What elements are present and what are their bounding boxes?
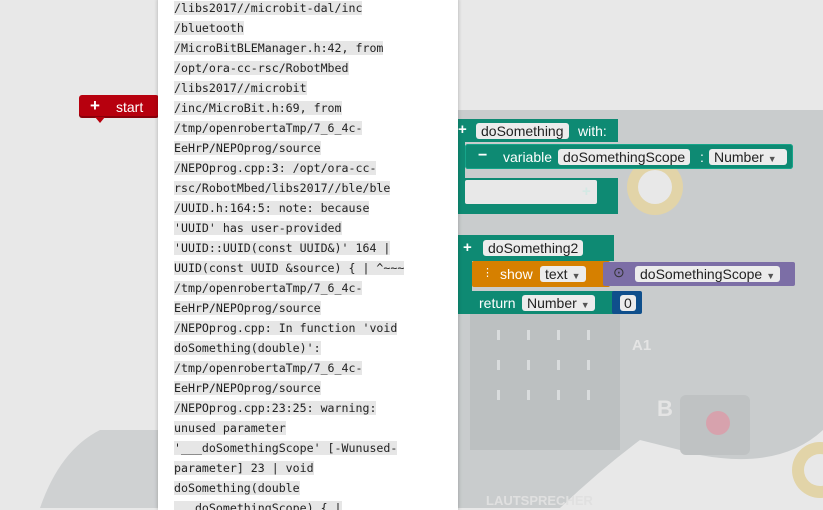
variable-colon: :: [700, 149, 704, 165]
log-line-text: 'UUID' has user-provided: [174, 221, 342, 235]
log-line: /bluetooth: [174, 18, 449, 38]
log-line: /MicroBitBLEManager.h:42, from: [174, 38, 449, 58]
log-line-text: doSomething(double)':: [174, 341, 321, 355]
compile-log-panel[interactable]: /libs2017//microbit-dal/inc/bluetooth/Mi…: [158, 0, 458, 510]
log-line-text: parameter] 23 | void: [174, 461, 314, 475]
proc2-name-field[interactable]: doSomething2: [483, 240, 584, 256]
log-line-text: /libs2017//microbit-dal/inc: [174, 1, 363, 15]
variable-name-field[interactable]: doSomethingScope: [558, 149, 691, 165]
show-label: show: [500, 266, 533, 282]
log-line: unused parameter: [174, 418, 449, 438]
log-line-text: unused parameter: [174, 421, 286, 435]
log-line: doSomething(double)':: [174, 338, 449, 358]
log-line: EeHrP/NEPOprog/source: [174, 298, 449, 318]
log-line-text: ___doSomethingScope) { |: [174, 501, 342, 510]
return-type-value: Number: [527, 295, 577, 311]
return-type-dropdown[interactable]: Number ▼: [522, 295, 595, 311]
log-line: /opt/ora-cc-rsc/RobotMbed: [174, 58, 449, 78]
log-line: /inc/MicroBit.h:69, from: [174, 98, 449, 118]
log-line: 'UUID::UUID(const UUID&)' 164 |: [174, 238, 449, 258]
proc2-plus-icon[interactable]: +: [463, 239, 472, 256]
log-line: /libs2017//microbit-dal/inc: [174, 0, 449, 18]
return-label: return: [479, 295, 516, 311]
log-line-text: rsc/RobotMbed/libs2017//ble/ble: [174, 181, 391, 195]
number-value-field[interactable]: 0: [620, 295, 636, 311]
log-line-text: /libs2017//microbit: [174, 81, 307, 95]
log-line: /NEPOprog.cpp:3: /opt/ora-cc-: [174, 158, 449, 178]
log-line: 'UUID' has user-provided: [174, 218, 449, 238]
dropdown-arrow-icon: ▼: [766, 271, 776, 281]
log-line: /tmp/openrobertaTmp/7_6_4c-: [174, 358, 449, 378]
show-type-dropdown[interactable]: text ▼: [540, 266, 586, 282]
log-line: /tmp/openrobertaTmp/7_6_4c-: [174, 118, 449, 138]
log-line-text: /UUID.h:164:5: note: because: [174, 201, 370, 215]
log-line-text: '___doSomethingScope' [-Wunused-: [174, 441, 398, 455]
log-line: UUID(const UUID &source) { | ^~~~: [174, 258, 449, 278]
proc2-body: [458, 261, 472, 291]
start-label: start: [116, 99, 144, 115]
button-b: [706, 411, 730, 435]
log-line: EeHrP/NEPOprog/source: [174, 378, 449, 398]
log-line: /NEPOprog.cpp: In function 'void: [174, 318, 449, 338]
log-line-text: /inc/MicroBit.h:69, from: [174, 101, 342, 115]
log-line-text: /NEPOprog.cpp:3: /opt/ora-cc-: [174, 161, 377, 175]
start-plus-icon[interactable]: +: [90, 96, 100, 116]
log-line: '___doSomethingScope' [-Wunused-: [174, 438, 449, 458]
log-line: EeHrP/NEPOprog/source: [174, 138, 449, 158]
log-line-text: /tmp/openrobertaTmp/7_6_4c-: [174, 361, 363, 375]
log-line: /libs2017//microbit: [174, 78, 449, 98]
dropdown-arrow-icon: ▼: [571, 271, 581, 281]
log-line-text: /NEPOprog.cpp:23:25: warning:: [174, 401, 377, 415]
log-line-text: /opt/ora-cc-rsc/RobotMbed: [174, 61, 349, 75]
proc1-plus-icon[interactable]: +: [458, 121, 467, 138]
log-line: ___doSomethingScope) { |: [174, 498, 449, 510]
show-block-icon: ⋮: [482, 267, 493, 279]
log-line-text: EeHrP/NEPOprog/source: [174, 381, 321, 395]
start-block[interactable]: + start: [79, 95, 159, 123]
led-area: [470, 310, 620, 450]
dropdown-arrow-icon: ▼: [580, 300, 590, 310]
show-type-value: text: [545, 266, 568, 282]
variable-type-dropdown[interactable]: Number ▼: [709, 149, 787, 165]
log-line-text: 'UUID::UUID(const UUID&)' 164 |: [174, 241, 391, 255]
variable-getter-value: doSomethingScope: [640, 266, 763, 282]
log-line: parameter] 23 | void: [174, 458, 449, 478]
speaker-label: LAUTSPRECHER: [486, 493, 594, 508]
dropdown-arrow-icon: ▼: [767, 154, 777, 164]
variable-remove-icon[interactable]: −: [478, 147, 487, 165]
proc1-name-field[interactable]: doSomething: [476, 123, 569, 139]
button-b-label: B: [657, 396, 673, 421]
proc1-with-label: with:: [578, 123, 607, 139]
log-line-text: /bluetooth: [174, 21, 244, 35]
log-line-text: UUID(const UUID &source) { | ^~~~: [174, 261, 405, 275]
log-line-text: /NEPOprog.cpp: In function 'void: [174, 321, 398, 335]
log-line-text: doSomething(double: [174, 481, 300, 495]
variable-getter-icon: ⊙: [613, 264, 625, 280]
proc1-statement-slot[interactable]: [465, 180, 597, 204]
board-corner-left-hole: [638, 170, 672, 204]
compile-log-text: /libs2017//microbit-dal/inc/bluetooth/Mi…: [174, 0, 449, 510]
variable-label: variable: [503, 149, 553, 165]
pin-a1-label: A1: [632, 337, 651, 354]
log-line: /UUID.h:164:5: note: because: [174, 198, 449, 218]
log-line-text: /MicroBitBLEManager.h:42, from: [174, 41, 384, 55]
log-line: doSomething(double: [174, 478, 449, 498]
log-line-text: EeHrP/NEPOprog/source: [174, 301, 321, 315]
log-line-text: EeHrP/NEPOprog/source: [174, 141, 321, 155]
log-line: rsc/RobotMbed/libs2017//ble/ble: [174, 178, 449, 198]
log-line-text: /tmp/openrobertaTmp/7_6_4c-: [174, 121, 363, 135]
log-line-text: /tmp/openrobertaTmp/7_6_4c-: [174, 281, 363, 295]
log-line: /tmp/openrobertaTmp/7_6_4c-: [174, 278, 449, 298]
variable-getter-dropdown[interactable]: doSomethingScope ▼: [635, 266, 781, 282]
proc1-add-param-icon[interactable]: +: [582, 183, 591, 200]
board-left-shadow: [40, 430, 158, 508]
log-line: /NEPOprog.cpp:23:25: warning:: [174, 398, 449, 418]
variable-type-value: Number: [714, 149, 764, 165]
